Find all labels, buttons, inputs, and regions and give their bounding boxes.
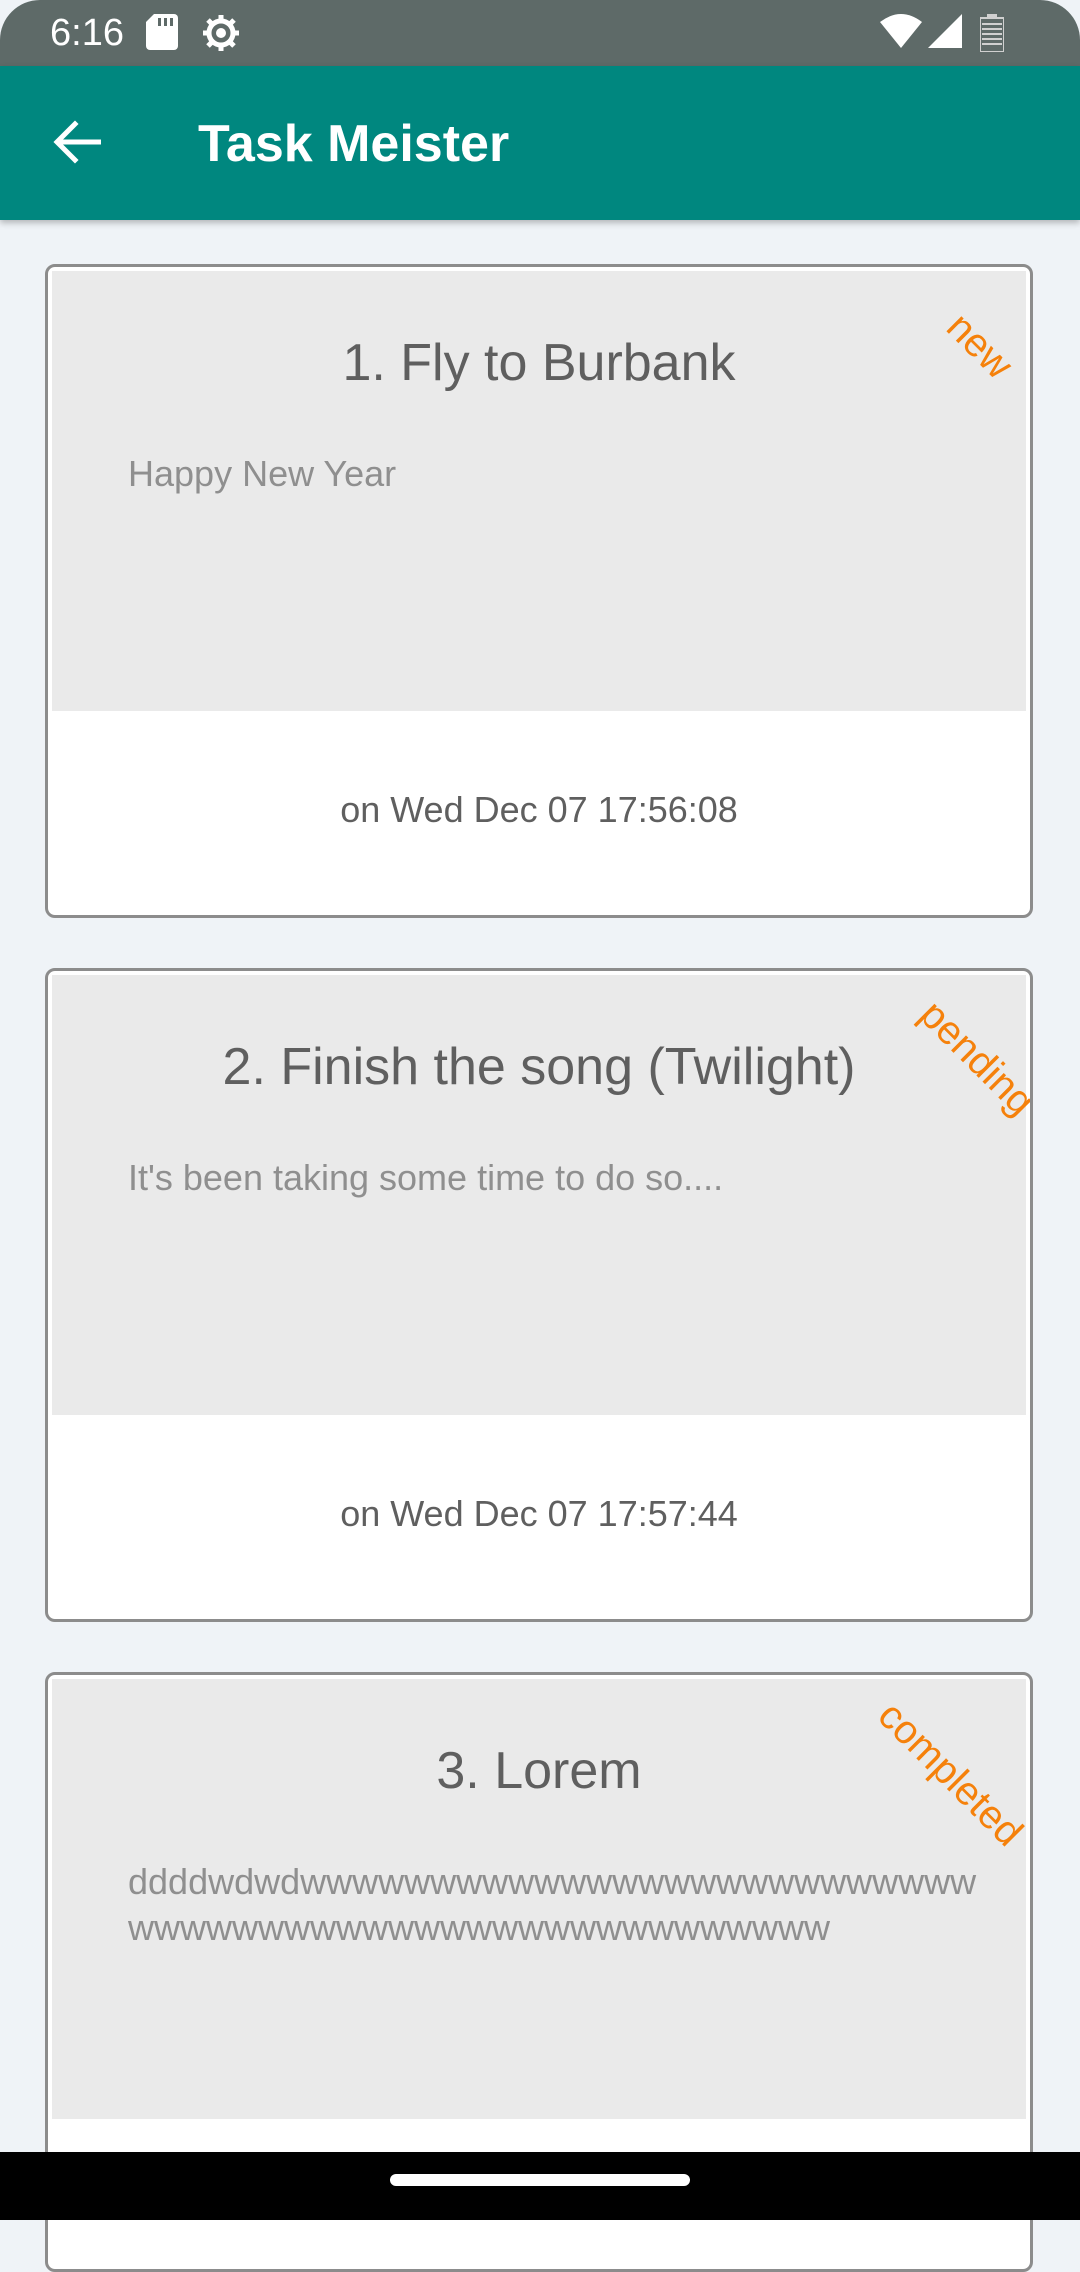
settings-gear-icon bbox=[202, 14, 242, 54]
navigation-bar bbox=[0, 2152, 1080, 2220]
task-title: 3. Lorem bbox=[436, 1742, 642, 1800]
task-description: It's been taking some time to do so.... bbox=[128, 1157, 724, 1198]
battery-icon bbox=[979, 14, 1020, 54]
task-title: 1. Fly to Burbank bbox=[342, 334, 736, 392]
task-description: Happy New Year bbox=[128, 453, 397, 494]
task-date: on Wed Dec 07 17:57:44 bbox=[340, 1493, 738, 1534]
task-card[interactable]: 2. Finish the song (Twilight) It's been … bbox=[45, 968, 1033, 1622]
task-card[interactable]: 1. Fly to Burbank Happy New Year new on … bbox=[45, 264, 1033, 918]
status-bar: 6:16 bbox=[0, 0, 1080, 66]
task-card-body: 2. Finish the song (Twilight) It's been … bbox=[52, 975, 1026, 1415]
task-description: ddddwdwdwwwwwwwwwwwwwwwwwwwwwwwwwwwwwwww… bbox=[128, 1861, 977, 1948]
wifi-icon bbox=[880, 14, 922, 54]
app-bar: Task Meister bbox=[0, 66, 1080, 220]
home-handle[interactable] bbox=[390, 2174, 690, 2186]
cell-signal-icon bbox=[928, 14, 968, 54]
back-button[interactable] bbox=[30, 102, 124, 186]
task-title: 2. Finish the song (Twilight) bbox=[222, 1038, 856, 1096]
status-time: 6:16 bbox=[50, 12, 124, 54]
app-title: Task Meister bbox=[198, 115, 510, 173]
task-card-body: 3. Lorem ddddwdwdwwwwwwwwwwwwwwwwwwwwwww… bbox=[52, 1679, 1026, 2119]
arrow-back-icon bbox=[53, 119, 102, 169]
task-date: on Wed Dec 07 17:56:08 bbox=[340, 789, 738, 830]
sd-card-icon bbox=[146, 14, 186, 54]
task-card-body: 1. Fly to Burbank Happy New Year bbox=[52, 271, 1026, 711]
